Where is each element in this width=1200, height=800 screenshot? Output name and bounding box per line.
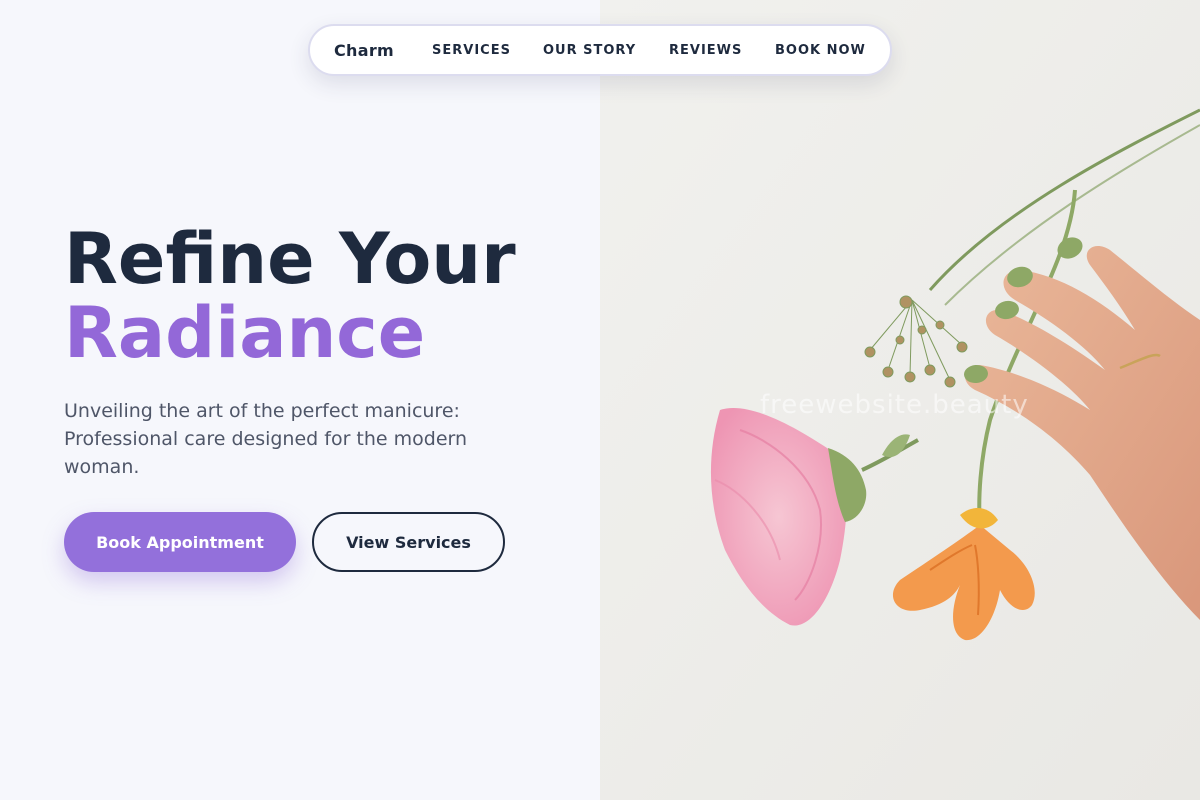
- nav-link-services[interactable]: SERVICES: [432, 43, 511, 58]
- hero-image-panel: freewebsite.beauty: [600, 0, 1200, 800]
- hero-subtitle: Unveiling the art of the perfect manicur…: [64, 400, 468, 478]
- hero-title-line-1: Refine Your: [64, 218, 516, 300]
- view-services-button[interactable]: View Services: [312, 512, 505, 572]
- nav-link-reviews[interactable]: REVIEWS: [669, 43, 742, 58]
- hero-title-line-2: Radiance: [64, 292, 426, 374]
- nav-link-book-now[interactable]: BOOK NOW: [775, 43, 866, 58]
- image-watermark: freewebsite.beauty: [760, 390, 1029, 420]
- brand-logo[interactable]: Charm: [334, 41, 394, 60]
- book-appointment-button[interactable]: Book Appointment: [64, 512, 296, 572]
- nav-link-our-story[interactable]: OUR STORY: [543, 43, 636, 58]
- hero-title: Refine Your Radiance: [64, 222, 584, 370]
- top-navigation-bar: Charm SERVICES OUR STORY REVIEWS BOOK NO…: [308, 24, 892, 76]
